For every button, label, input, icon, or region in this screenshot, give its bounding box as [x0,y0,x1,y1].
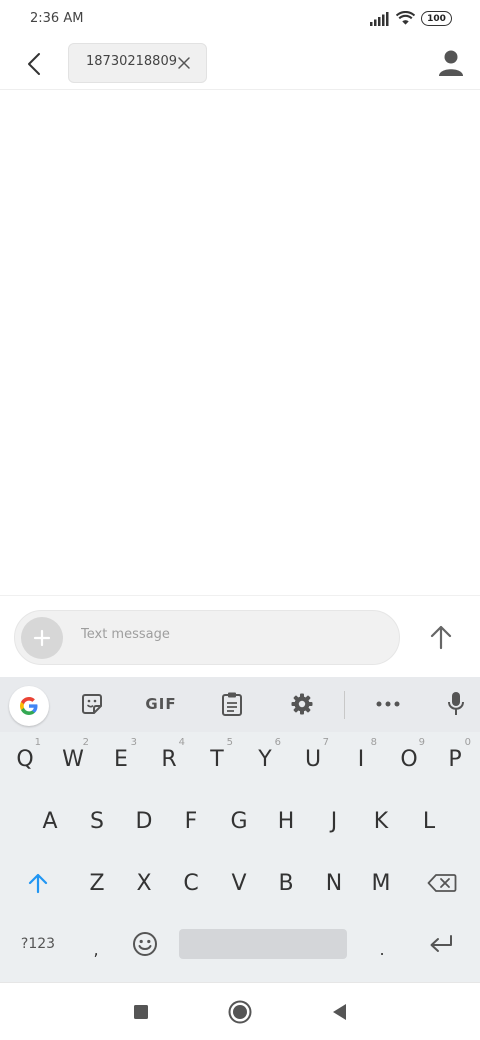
key-row-3: Z X C V B N M [0,858,480,908]
status-icons: 100 [370,11,452,26]
recents-button[interactable] [129,1000,153,1024]
key-g[interactable]: G [215,796,263,846]
key-p[interactable]: P0 [431,734,479,784]
key-row-1: Q1 W2 E3 R4 T5 Y6 U7 I8 O9 P0 [0,734,480,784]
backspace-key[interactable] [416,858,468,908]
voice-input-button[interactable] [442,687,470,721]
toolbar-divider [344,691,345,719]
key-a[interactable]: A [26,796,74,846]
key-m[interactable]: M [357,858,405,908]
key-r[interactable]: R4 [145,734,193,784]
back-button[interactable] [20,49,48,79]
more-icon [376,701,400,707]
mic-icon [448,692,464,715]
key-y[interactable]: Y6 [241,734,289,784]
key-hint: 9 [418,737,425,748]
emoji-key[interactable] [122,919,168,969]
clipboard-button[interactable] [218,687,246,721]
close-icon[interactable] [176,55,192,71]
status-time: 2:36 AM [30,11,84,26]
key-q[interactable]: Q1 [1,734,49,784]
key-i[interactable]: I8 [337,734,385,784]
backspace-icon [427,874,457,892]
key-hint: 3 [130,737,137,748]
key-hint: 6 [274,737,281,748]
key-f[interactable]: F [167,796,215,846]
key-u[interactable]: U7 [289,734,337,784]
google-icon [20,697,38,715]
recipient-number: 18730218809 [86,54,177,69]
gif-label: GIF [145,695,177,713]
key-x[interactable]: X [120,858,168,908]
recipient-chip[interactable]: 18730218809 [68,43,207,83]
enter-key[interactable] [416,919,466,969]
battery-icon: 100 [421,11,452,26]
key-d[interactable]: D [120,796,168,846]
key-v[interactable]: V [215,858,263,908]
shift-icon [28,873,48,894]
home-icon [228,1000,252,1024]
space-key[interactable] [179,929,347,959]
conversation-area [0,91,480,595]
keyboard: GIF Q 1 W 2 E 3 R 4 T 5 Y 6 U 7 I 8 O 9 … [0,677,480,982]
key-k[interactable]: K [357,796,405,846]
period-key[interactable]: . [362,919,402,969]
key-hint: 0 [464,737,471,748]
key-b[interactable]: B [262,858,310,908]
conversation-header: 18730218809 [0,40,480,90]
emoji-icon [133,932,157,956]
person-icon[interactable] [438,49,464,77]
key-z[interactable]: Z [73,858,121,908]
more-button[interactable] [374,687,402,721]
navigation-bar [0,982,480,1040]
key-e[interactable]: E3 [97,734,145,784]
key-hint: 8 [370,737,377,748]
back-triangle-icon [333,1004,346,1020]
plus-icon [33,629,51,647]
key-h[interactable]: H [262,796,310,846]
key-n[interactable]: N [310,858,358,908]
sticker-button[interactable] [78,687,106,721]
enter-icon [430,935,452,952]
key-hint: 5 [226,737,233,748]
clipboard-icon [222,692,242,716]
symbols-key[interactable]: ?123 [8,919,68,969]
key-hint: 7 [322,737,329,748]
compose-bar [0,595,480,677]
gear-icon [291,693,313,715]
status-bar: 2:36 AM 100 [0,0,480,40]
sticker-icon [82,694,102,714]
key-w[interactable]: W2 [49,734,97,784]
key-hint: 2 [82,737,89,748]
google-button[interactable] [9,686,49,726]
shift-key[interactable] [12,858,64,908]
signal-icon [370,11,389,26]
wifi-icon [396,11,415,25]
key-hint: 1 [34,737,41,748]
key-l[interactable]: L [405,796,453,846]
back-nav-button[interactable] [327,1000,351,1024]
key-o[interactable]: O9 [385,734,433,784]
send-arrow-icon[interactable] [428,623,454,651]
message-input[interactable] [81,627,381,642]
key-s[interactable]: S [73,796,121,846]
add-attachment-button[interactable] [21,617,63,659]
recents-icon [134,1005,148,1019]
back-icon [28,53,40,75]
settings-button[interactable] [288,687,316,721]
gif-button[interactable]: GIF [140,687,182,721]
comma-key[interactable]: , [76,919,116,969]
keyboard-toolbar: GIF [0,677,480,732]
key-row-2: A S D F G H J K L [0,796,480,846]
key-t[interactable]: T5 [193,734,241,784]
key-row-4: ?123 , . [0,919,480,969]
compose-field [14,610,400,665]
home-button[interactable] [228,1000,252,1024]
key-j[interactable]: J [310,796,358,846]
key-hint: 4 [178,737,185,748]
key-c[interactable]: C [167,858,215,908]
